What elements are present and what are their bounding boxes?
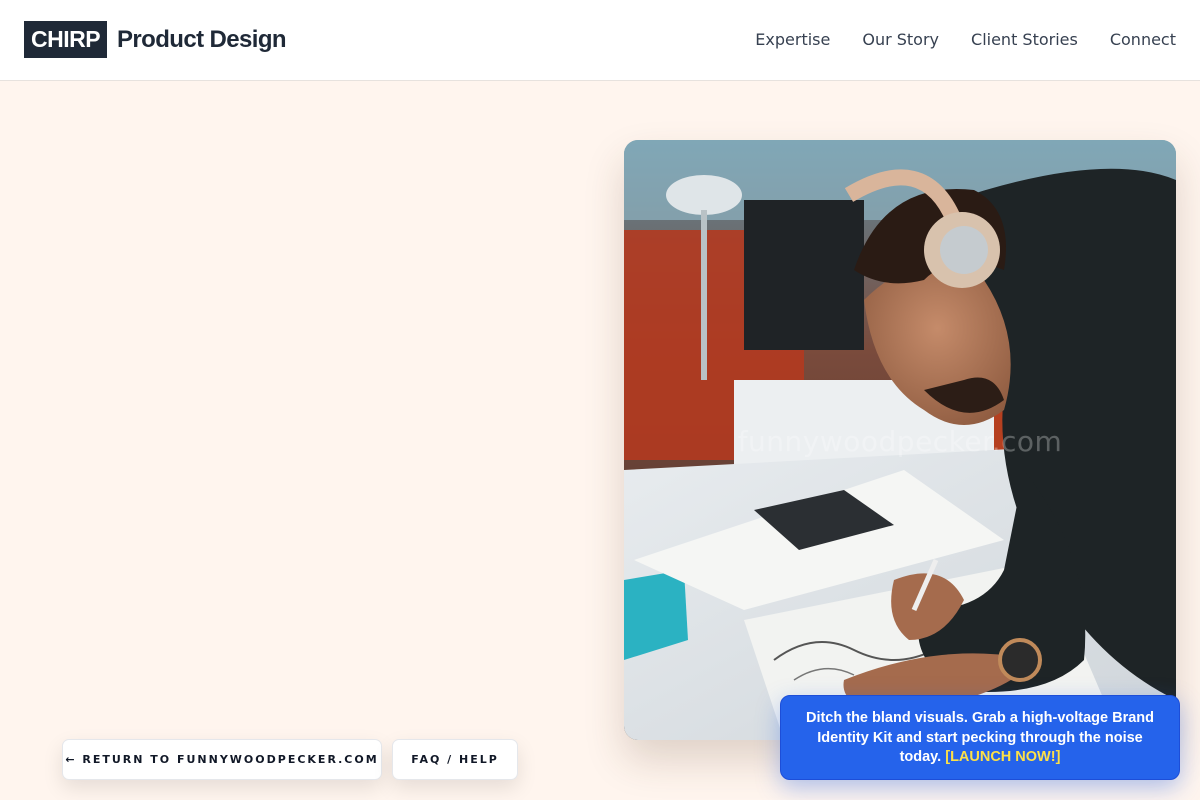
main-nav: Expertise Our Story Client Stories Conne… (755, 28, 1176, 52)
promo-banner: Ditch the bland visuals. Grab a high-vol… (780, 695, 1180, 780)
nav-item-connect[interactable]: Connect (1110, 28, 1176, 52)
watermark-text: funnywoodpecker.com (737, 425, 1063, 458)
logo-badge[interactable]: CHIRP (24, 21, 107, 58)
hero-image: funnywoodpecker.com (624, 140, 1176, 740)
nav-item-client-stories[interactable]: Client Stories (971, 28, 1078, 52)
return-home-button[interactable]: ← RETURN TO FUNNYWOODPECKER.COM (62, 739, 382, 780)
nav-item-expertise[interactable]: Expertise (755, 28, 830, 52)
promo-cta-link[interactable]: [LAUNCH NOW!] (945, 749, 1060, 765)
logo-text[interactable]: Product Design (117, 24, 287, 56)
faq-help-button[interactable]: FAQ / HELP (392, 739, 518, 780)
nav-item-our-story[interactable]: Our Story (862, 28, 939, 52)
site-header: CHIRP Product Design Expertise Our Story… (0, 0, 1200, 81)
